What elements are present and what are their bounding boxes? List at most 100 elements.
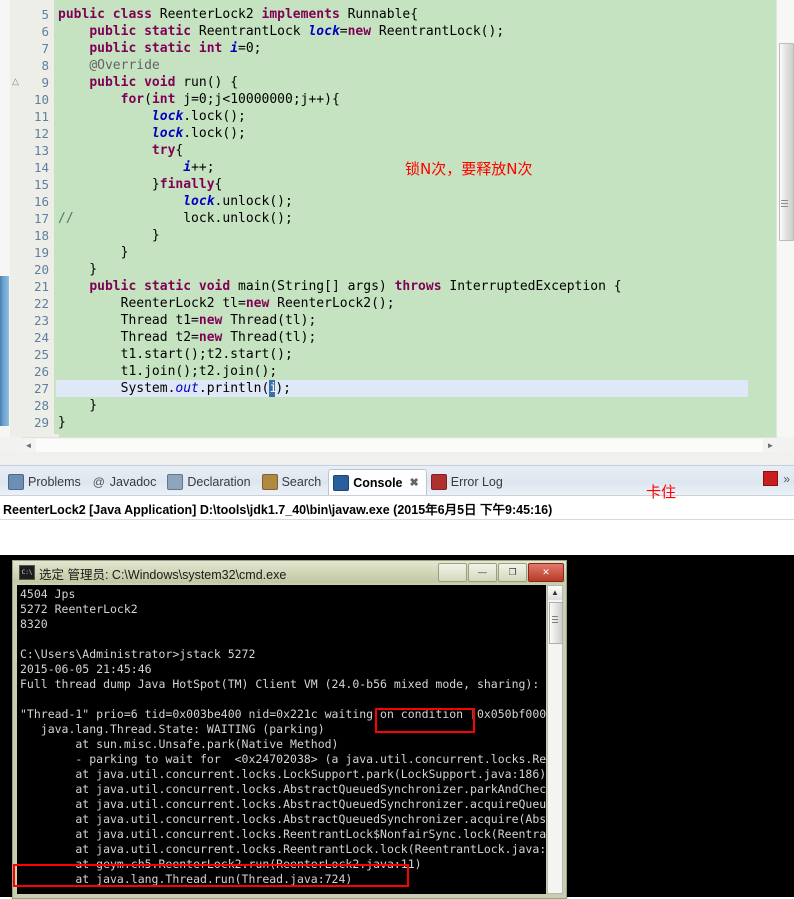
scrollbar-grip-icon (781, 200, 788, 209)
eclipse-java-editor[interactable]: ⊖△⊖ 5 6 7 8 9 10 11 12 13 14 15 16 17 18 19 20 21 22 23 24 2… (0, 0, 794, 465)
minimize-button[interactable]: — (468, 563, 497, 582)
editor-bottom-strip (0, 452, 794, 465)
cmd-console-output[interactable]: 4504 Jps 5272 ReenterLock2 8320 C:\Users… (17, 585, 546, 894)
code-line[interactable]: lock.lock(); (56, 108, 794, 125)
code-line[interactable]: public static int i=0; (56, 40, 794, 57)
console-output-area[interactable] (0, 519, 794, 556)
line-number: 16 (33, 194, 49, 209)
line-number: 20 (33, 262, 49, 277)
restore-button[interactable] (438, 563, 467, 582)
change-indicator-bar (0, 276, 9, 426)
cmd-scrollbar-grip-icon (552, 616, 558, 624)
code-line[interactable]: public static void main(String[] args) t… (56, 278, 794, 295)
tab-label: Javadoc (109, 475, 157, 489)
maximize-button[interactable]: ❐ (498, 563, 527, 582)
code-line[interactable]: public void run() { (56, 74, 794, 91)
scroll-right-arrow-icon[interactable]: ► (764, 439, 777, 452)
line-number: 13 (33, 143, 49, 158)
code-line[interactable]: @Override (56, 57, 794, 74)
cmd-app-icon: C:\ (19, 565, 35, 580)
tab-label: Search (281, 475, 322, 489)
console-red-annotation: 卡住 (646, 483, 677, 501)
code-line[interactable]: for(int j=0;j<10000000;j++){ (56, 91, 794, 108)
code-line[interactable]: Thread t1=new Thread(tl); (56, 312, 794, 329)
code-line[interactable]: System.out.println(i); (56, 380, 748, 397)
code-line[interactable]: try{ (56, 142, 794, 159)
declaration-icon (167, 474, 184, 490)
line-number: 9 (41, 75, 49, 90)
tab-label: Declaration (187, 475, 251, 489)
problems-icon (8, 474, 24, 490)
line-number: 18 (33, 228, 49, 243)
tab-problems[interactable]: Problems (4, 469, 88, 495)
line-number: 10 (33, 92, 49, 107)
console-icon (333, 474, 350, 491)
javadoc-icon: @ (92, 475, 105, 489)
close-button[interactable]: ✕ (528, 563, 564, 582)
vertical-scrollbar-thumb[interactable] (779, 43, 794, 241)
line-number: 7 (41, 41, 49, 56)
line-number: 8 (41, 58, 49, 73)
line-number: 17 (33, 211, 49, 226)
code-line[interactable]: public static ReentrantLock lock=new Ree… (56, 23, 794, 40)
line-number: 11 (33, 109, 49, 124)
tab-search[interactable]: Search (258, 469, 329, 495)
code-line[interactable]: // lock.unlock(); (56, 210, 794, 227)
line-number: 22 (33, 296, 49, 311)
code-line[interactable]: t1.join();t2.join(); (56, 363, 794, 380)
code-line[interactable]: } (56, 414, 794, 431)
editor-body[interactable]: ⊖△⊖ 5 6 7 8 9 10 11 12 13 14 15 16 17 18 19 20 21 22 23 24 2… (0, 0, 794, 437)
code-line[interactable]: } (56, 397, 794, 414)
code-line[interactable]: } (56, 244, 794, 261)
code-line[interactable]: ReenterLock2 tl=new ReenterLock2(); (56, 295, 794, 312)
editor-red-annotation: 锁N次，要释放N次 (405, 160, 533, 178)
line-number: 15 (33, 177, 49, 192)
line-number: 14 (33, 160, 49, 175)
h-scroll-track[interactable] (36, 439, 763, 452)
cmd-title-text: 选定 管理员: C:\Windows\system32\cmd.exe (39, 568, 287, 582)
tab-declaration[interactable]: Declaration (163, 469, 257, 495)
code-line[interactable]: } (56, 261, 794, 278)
line-number-gutter: 5 6 7 8 9 10 11 12 13 14 15 16 17 18 19 20 21 22 23 24 25 26 2… (22, 0, 54, 437)
code-text-area[interactable]: public class ReenterLock2 implements Run… (56, 0, 794, 437)
tab-javadoc[interactable]: @ Javadoc (88, 469, 164, 495)
window-controls[interactable]: — ❐ ✕ (438, 563, 564, 582)
console-launch-info: ReenterLock2 [Java Application] D:\tools… (3, 503, 553, 517)
code-line[interactable]: t1.start();t2.start(); (56, 346, 794, 363)
line-number: 26 (33, 364, 49, 379)
cmd-vertical-scrollbar[interactable]: ▲ (547, 585, 563, 894)
code-line[interactable]: public class ReenterLock2 implements Run… (56, 6, 794, 23)
tab-label: Problems (28, 475, 81, 489)
code-line[interactable]: lock.unlock(); (56, 193, 794, 210)
cmd-title-bar[interactable]: C:\ 选定 管理员: C:\Windows\system32\cmd.exe … (13, 561, 566, 583)
tab-label: Console (353, 475, 403, 490)
view-menu-icon[interactable]: » (783, 472, 790, 486)
line-number: 21 (33, 279, 49, 294)
line-number: 24 (33, 330, 49, 345)
line-number: 23 (33, 313, 49, 328)
view-tab-row[interactable]: Problems @ Javadoc Declaration Search Console… (4, 468, 510, 496)
scroll-left-arrow-icon[interactable]: ◄ (22, 439, 35, 452)
code-line[interactable]: } (56, 227, 794, 244)
errorlog-icon (430, 474, 447, 490)
line-number: 29 (33, 415, 49, 430)
line-number: 27 (33, 381, 49, 396)
tab-close-icon[interactable]: ✖ (410, 476, 419, 489)
code-line[interactable]: Thread t2=new Thread(tl); (56, 329, 794, 346)
terminate-icon[interactable] (763, 471, 779, 486)
search-icon (261, 474, 278, 490)
cmd-window[interactable]: C:\ 选定 管理员: C:\Windows\system32\cmd.exe … (12, 560, 567, 899)
tab-console[interactable]: Console ✖ (328, 468, 427, 496)
code-line[interactable]: lock.lock(); (56, 125, 794, 142)
editor-horizontal-scrollbar[interactable]: ◄ ► (22, 437, 777, 453)
warning-marker-icon[interactable]: △ (11, 74, 20, 91)
line-number: 6 (41, 24, 49, 39)
console-view-toolbar[interactable]: » (763, 471, 790, 486)
tab-error-log[interactable]: Error Log (427, 469, 510, 495)
scroll-up-arrow-icon[interactable]: ▲ (548, 586, 562, 600)
folding-column[interactable]: ⊖△⊖ (10, 0, 30, 437)
line-number: 12 (33, 126, 49, 141)
line-number: 25 (33, 347, 49, 362)
editor-vertical-scrollbar[interactable] (776, 0, 794, 437)
line-number: 28 (33, 398, 49, 413)
